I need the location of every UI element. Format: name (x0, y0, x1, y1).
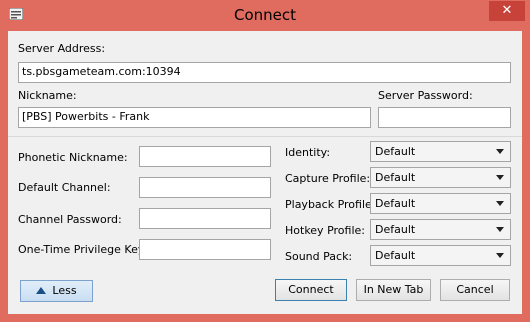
default-channel-input[interactable] (139, 177, 271, 198)
chevron-down-icon (496, 149, 504, 154)
hotkey-profile-select[interactable]: Default (370, 219, 511, 240)
privilege-key-label: One-Time Privilege Key: (18, 243, 148, 256)
dialog-body: Server Address: ts.pbsgameteam.com:10394… (8, 31, 522, 314)
window-title: Connect (233, 6, 297, 24)
identity-label: Identity: (285, 146, 331, 159)
playback-profile-select[interactable]: Default (370, 193, 511, 214)
connect-button[interactable]: Connect (275, 279, 347, 301)
capture-profile-value: Default (375, 171, 416, 184)
chevron-down-icon (496, 175, 504, 180)
title-bar[interactable]: Connect ✕ (0, 0, 530, 30)
privilege-key-input[interactable] (139, 239, 271, 260)
sound-pack-value: Default (375, 249, 416, 262)
cancel-button[interactable]: Cancel (440, 279, 510, 301)
sound-pack-label: Sound Pack: (285, 250, 353, 263)
less-button[interactable]: Less (20, 280, 93, 302)
server-address-input[interactable]: ts.pbsgameteam.com:10394 (18, 62, 511, 83)
phonetic-nickname-label: Phonetic Nickname: (18, 151, 128, 164)
chevron-down-icon (496, 201, 504, 206)
capture-profile-select[interactable]: Default (370, 167, 511, 188)
identity-value: Default (375, 145, 416, 158)
less-button-label: Less (52, 284, 77, 297)
hotkey-profile-label: Hotkey Profile: (285, 224, 365, 237)
hotkey-profile-value: Default (375, 223, 416, 236)
channel-password-label: Channel Password: (18, 213, 122, 226)
section-divider (8, 136, 522, 137)
nickname-label: Nickname: (18, 89, 77, 102)
chevron-down-icon (496, 227, 504, 232)
playback-profile-value: Default (375, 197, 416, 210)
connect-window: Connect ✕ Server Address: ts.pbsgameteam… (0, 0, 530, 322)
close-button[interactable]: ✕ (489, 1, 525, 21)
capture-profile-label: Capture Profile: (285, 172, 371, 185)
collapse-up-icon (36, 287, 47, 294)
channel-password-input[interactable] (139, 208, 271, 229)
playback-profile-label: Playback Profile: (285, 198, 376, 211)
identity-select[interactable]: Default (370, 141, 511, 162)
sound-pack-select[interactable]: Default (370, 245, 511, 266)
server-address-label: Server Address: (18, 42, 106, 55)
server-password-input[interactable] (378, 107, 511, 128)
default-channel-label: Default Channel: (18, 181, 111, 194)
nickname-input[interactable]: [PBS] Powerbits - Frank (18, 107, 371, 128)
server-password-label: Server Password: (378, 89, 473, 102)
chevron-down-icon (496, 253, 504, 258)
new-tab-button[interactable]: In New Tab (356, 279, 431, 301)
phonetic-nickname-input[interactable] (139, 146, 271, 167)
